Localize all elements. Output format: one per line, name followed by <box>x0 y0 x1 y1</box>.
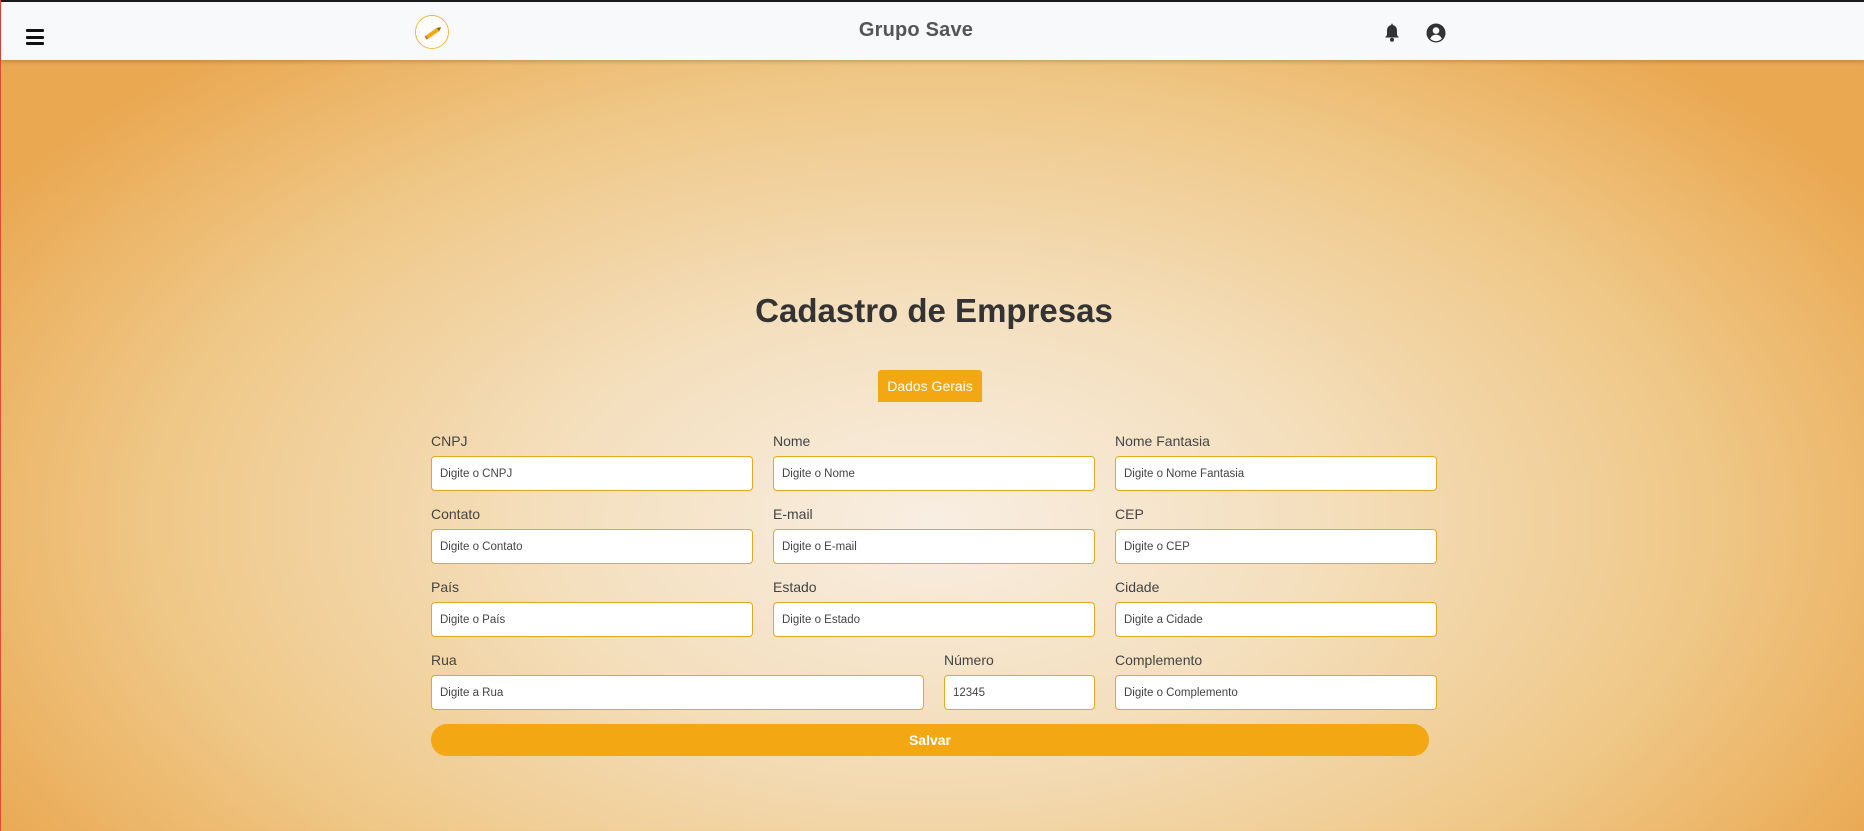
estado-label: Estado <box>773 579 817 595</box>
bell-icon[interactable] <box>1382 23 1402 48</box>
nome-label: Nome <box>773 433 811 449</box>
app-title: Grupo Save <box>858 19 974 41</box>
cidade-input[interactable] <box>1115 602 1437 637</box>
cnpj-label: CNPJ <box>431 433 468 449</box>
estado-input[interactable] <box>773 602 1095 637</box>
save-button[interactable]: Salvar <box>431 724 1429 756</box>
numero-label: Número <box>944 652 994 668</box>
complemento-label: Complemento <box>1115 652 1203 668</box>
nome-fantasia-label: Nome Fantasia <box>1115 433 1210 449</box>
user-account-icon[interactable] <box>1426 23 1446 48</box>
top-navbar: Grupo Save <box>1 0 1864 60</box>
nome-fantasia-input[interactable] <box>1115 456 1437 491</box>
pais-input[interactable] <box>431 602 753 637</box>
nome-input[interactable] <box>773 456 1095 491</box>
contato-label: Contato <box>431 506 481 522</box>
email-input[interactable] <box>773 529 1095 564</box>
complemento-input[interactable] <box>1115 675 1437 710</box>
numero-input[interactable] <box>944 675 1095 710</box>
cep-input[interactable] <box>1115 529 1437 564</box>
cnpj-input[interactable] <box>431 456 753 491</box>
email-label: E-mail <box>773 506 813 522</box>
cidade-label: Cidade <box>1115 579 1160 595</box>
pais-label: País <box>431 579 460 595</box>
rua-input[interactable] <box>431 675 924 710</box>
tab-dados-gerais[interactable]: Dados Gerais <box>878 370 982 402</box>
cep-label: CEP <box>1115 506 1144 522</box>
page-title: Cadastro de Empresas <box>755 292 1113 329</box>
contato-input[interactable] <box>431 529 753 564</box>
rua-label: Rua <box>431 652 457 668</box>
